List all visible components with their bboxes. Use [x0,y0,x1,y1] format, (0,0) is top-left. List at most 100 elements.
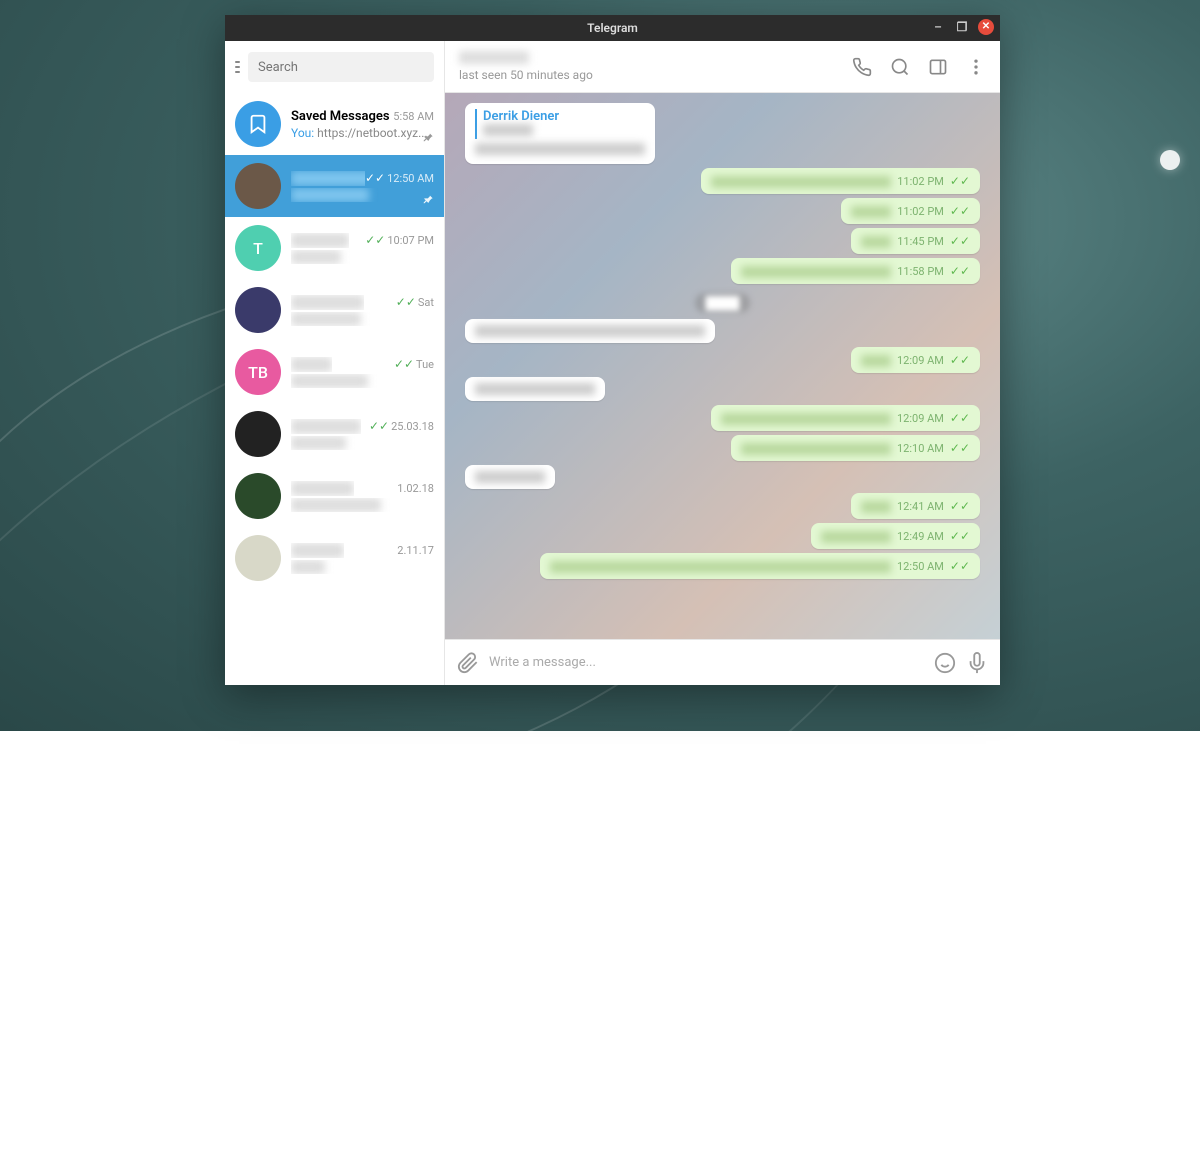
message-row: 12:50 AM✓✓ [465,553,980,579]
chat-list-item[interactable]: TB ✓✓ Tue [225,341,444,403]
outgoing-message[interactable]: 12:10 AM ✓✓ [731,435,980,461]
outgoing-message[interactable]: 11:45 PM ✓✓ [851,228,980,254]
read-check-icon: ✓✓ [950,204,970,218]
chat-preview [291,374,434,388]
message-row: 12:09 AM✓✓ [465,405,980,431]
outgoing-message[interactable]: 11:02 PM ✓✓ [841,198,980,224]
outgoing-message[interactable]: 11:02 PM ✓✓ [701,168,980,194]
avatar: T [235,225,281,271]
desktop-background: Telegram – ❐ ✕ Saved Messages5:58 AMYou:… [0,0,1200,731]
outgoing-message[interactable]: 12:09 AM✓✓ [851,347,980,373]
emoji-icon[interactable] [934,652,956,674]
chat-name [291,419,361,434]
avatar [235,163,281,209]
avatar [235,101,281,147]
chat-time: ✓✓ 12:50 AM [365,171,434,185]
chat-list[interactable]: Saved Messages5:58 AMYou: https://netboo… [225,93,444,685]
message-row: Derrik Diener [465,103,980,164]
sidepanel-icon[interactable] [928,57,948,77]
chat-list-item[interactable]: Saved Messages5:58 AMYou: https://netboo… [225,93,444,155]
date-separator: ████ [465,292,980,311]
search-icon[interactable] [890,57,910,77]
chat-name [291,233,349,248]
read-check-icon: ✓✓ [950,234,970,248]
chat-preview [291,250,434,264]
conversation-status: last seen 50 minutes ago [459,68,852,82]
message-row [465,319,980,343]
chat-list-item[interactable]: 2.11.17 [225,527,444,589]
more-icon[interactable] [966,57,986,77]
chat-time: 5:58 AM [393,110,434,123]
chat-list-item[interactable]: ✓✓ 12:50 AM [225,155,444,217]
incoming-message[interactable]: Derrik Diener [465,103,655,164]
read-check-icon: ✓✓ [950,411,970,425]
incoming-message[interactable] [465,319,715,343]
chat-name [291,481,354,496]
close-button[interactable]: ✕ [978,19,994,35]
conversation-panel: last seen 50 minutes ago Derrik Diener 1… [445,41,1000,685]
maximize-button[interactable]: ❐ [954,19,970,35]
attach-icon[interactable] [457,652,479,674]
chat-list-item[interactable]: ✓✓ 25.03.18 [225,403,444,465]
pin-icon [420,193,434,207]
message-row: 12:41 AM✓✓ [465,493,980,519]
titlebar[interactable]: Telegram – ❐ ✕ [225,15,1000,41]
outgoing-message[interactable]: 12:49 AM✓✓ [811,523,980,549]
chat-preview: You: https://netboot.xyz... [291,126,434,140]
message-row: 12:49 AM✓✓ [465,523,980,549]
message-row: 11:02 PM ✓✓ [465,168,980,194]
chat-preview [291,436,434,450]
chat-name [291,295,364,310]
message-time: 11:45 PM [897,235,944,248]
chat-preview [291,312,434,326]
minimize-button[interactable]: – [930,19,946,35]
chat-time: ✓✓ Tue [394,357,434,371]
composer [445,639,1000,685]
chat-header[interactable]: last seen 50 minutes ago [445,41,1000,93]
chat-time: ✓✓ 10:07 PM [365,233,434,247]
incoming-message[interactable] [465,377,605,401]
read-check-icon: ✓✓ [950,353,970,367]
message-row [465,377,980,401]
message-area[interactable]: Derrik Diener 11:02 PM ✓✓ 11:02 PM ✓✓ 11:4… [445,93,1000,639]
message-row: 12:10 AM ✓✓ [465,435,980,461]
message-row [465,465,980,489]
chat-preview [291,188,434,202]
outgoing-message[interactable]: 12:41 AM✓✓ [851,493,980,519]
message-time: 11:58 PM [897,265,944,278]
read-check-icon: ✓✓ [950,559,970,573]
message-input[interactable] [489,655,924,670]
outgoing-message[interactable]: 12:50 AM✓✓ [540,553,980,579]
chat-time: ✓✓ Sat [396,295,434,309]
outgoing-message[interactable]: 12:09 AM✓✓ [711,405,980,431]
sidebar: Saved Messages5:58 AMYou: https://netboo… [225,41,445,685]
read-check-icon: ✓✓ [950,264,970,278]
reply-header: Derrik Diener [475,109,645,139]
read-check-icon: ✓✓ [950,174,970,188]
incoming-message[interactable] [465,465,555,489]
message-time: 11:02 PM [897,175,944,188]
outgoing-message[interactable]: 11:58 PM ✓✓ [731,258,980,284]
message-row: 11:45 PM ✓✓ [465,228,980,254]
avatar [235,473,281,519]
voice-icon[interactable] [966,652,988,674]
message-time: 11:02 PM [897,205,944,218]
chat-list-item[interactable]: 1.02.18 [225,465,444,527]
chat-list-item[interactable]: T ✓✓ 10:07 PM [225,217,444,279]
avatar [235,535,281,581]
chat-time: 2.11.17 [397,544,434,557]
message-time: 12:49 AM [897,530,944,543]
conversation-name [459,51,852,67]
message-row: 11:02 PM ✓✓ [465,198,980,224]
call-icon[interactable] [852,57,872,77]
read-check-icon: ✓✓ [950,441,970,455]
chat-preview [291,498,434,512]
chat-name [291,357,332,372]
chat-name [291,171,365,186]
message-row: 11:58 PM ✓✓ [465,258,980,284]
message-time: 12:10 AM [897,442,944,455]
chat-list-item[interactable]: ✓✓ Sat [225,279,444,341]
menu-button[interactable] [235,55,240,79]
search-input[interactable] [248,52,434,82]
chat-preview [291,560,434,574]
